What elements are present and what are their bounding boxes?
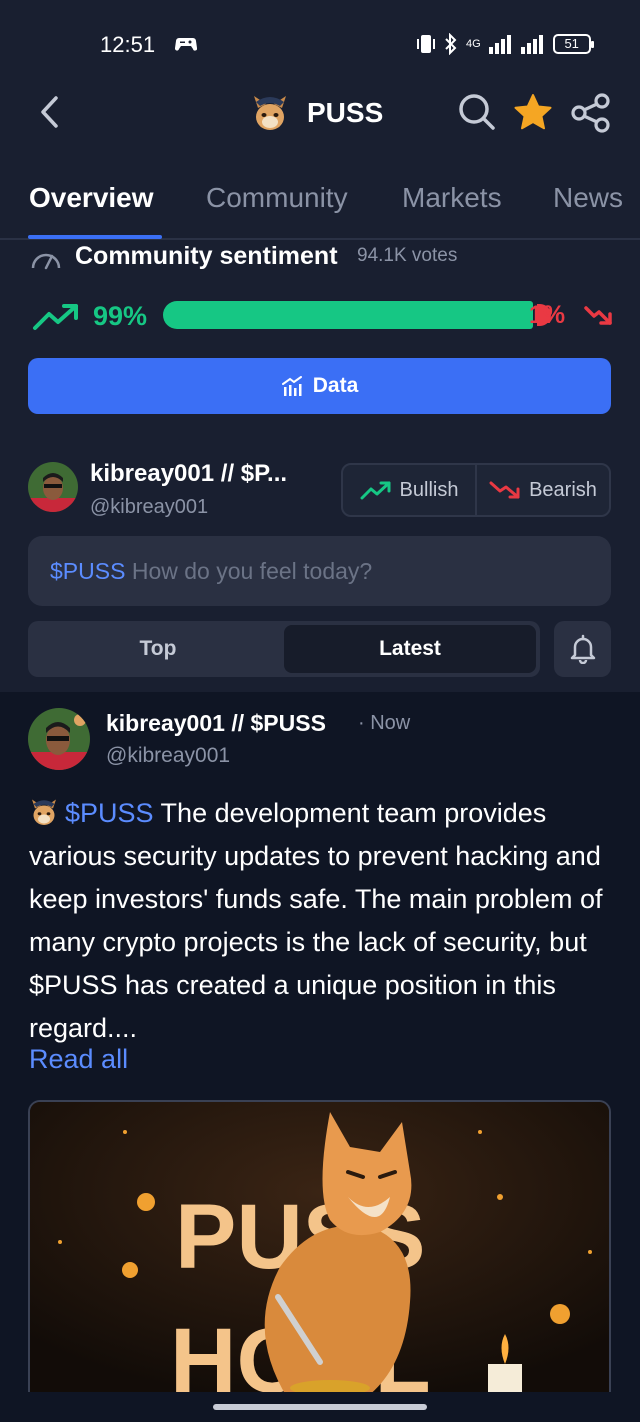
tab-overview[interactable]: Overview bbox=[29, 182, 154, 214]
sentiment-vote-toggle: Bullish Bearish bbox=[341, 463, 611, 517]
sort-top-button[interactable]: Top bbox=[32, 625, 284, 673]
system-nav-bar bbox=[0, 1392, 640, 1422]
read-all-link[interactable]: Read all bbox=[29, 1044, 128, 1075]
status-bar: 12:51 4G 51 bbox=[0, 22, 640, 66]
bearish-label: Bearish bbox=[529, 478, 597, 501]
post-timestamp: · Now bbox=[358, 712, 411, 734]
post-author-name[interactable]: kibreay001 // $PUSS bbox=[106, 710, 326, 737]
coin-title: PUSS bbox=[307, 97, 384, 128]
bullish-label: Bullish bbox=[399, 478, 459, 501]
sentiment-header: Community sentiment 94.1K votes bbox=[30, 240, 610, 272]
sentiment-bar bbox=[163, 301, 553, 329]
user-avatar[interactable] bbox=[28, 462, 78, 512]
bell-icon bbox=[570, 634, 595, 664]
post-image[interactable]: PUSS HODL bbox=[28, 1100, 611, 1400]
tab-news[interactable]: News bbox=[553, 182, 623, 214]
data-button[interactable]: Data bbox=[28, 358, 611, 414]
bearish-button[interactable]: Bearish bbox=[475, 465, 609, 515]
compose-input[interactable]: $PUSS How do you feel today? bbox=[28, 536, 611, 606]
post-text: The development team provides various se… bbox=[29, 798, 603, 1043]
trend-up-icon bbox=[360, 481, 391, 500]
puss-cat-logo-icon bbox=[254, 96, 286, 130]
tab-bar: Overview Community Markets News bbox=[0, 178, 640, 240]
post-body: $PUSS The development team provides vari… bbox=[29, 792, 619, 1050]
bullish-button[interactable]: Bullish bbox=[343, 465, 475, 515]
trend-up-icon bbox=[33, 304, 78, 330]
sort-latest-button[interactable]: Latest bbox=[284, 625, 536, 673]
feed-post[interactable]: kibreay001 // $PUSS · Now @kibreay001 $P… bbox=[0, 692, 640, 1400]
composer-user-handle: @kibreay001 bbox=[90, 496, 209, 518]
header: PUSS bbox=[0, 80, 640, 146]
status-time: 12:51 bbox=[100, 32, 156, 57]
signal-icon bbox=[488, 35, 511, 54]
home-indicator[interactable] bbox=[213, 1404, 427, 1410]
battery-icon: 51 bbox=[552, 34, 594, 54]
compose-ticker: $PUSS bbox=[50, 558, 126, 584]
post-author-avatar[interactable] bbox=[28, 708, 90, 770]
compose-placeholder: How do you feel today? bbox=[131, 558, 373, 584]
sentiment-bar-row: 99% 1% bbox=[30, 296, 614, 338]
bullish-bar bbox=[163, 301, 533, 329]
sort-toggle: Top Latest bbox=[28, 621, 540, 677]
puss-cat-logo-icon bbox=[32, 799, 56, 825]
sentiment-title: Community sentiment bbox=[75, 242, 338, 270]
bullish-percent: 99% bbox=[93, 301, 148, 331]
post-author-handle: @kibreay001 bbox=[106, 744, 231, 767]
search-icon[interactable] bbox=[457, 92, 497, 132]
trend-down-icon bbox=[489, 481, 520, 499]
tab-markets[interactable]: Markets bbox=[402, 182, 502, 214]
vibrate-icon bbox=[417, 35, 435, 53]
bearish-percent: 1% bbox=[529, 301, 566, 329]
gamepad-icon bbox=[175, 38, 197, 51]
notifications-button[interactable] bbox=[554, 621, 611, 677]
composer-user-name: kibreay001 // $P... bbox=[90, 460, 288, 487]
signal-icon-2 bbox=[520, 35, 543, 54]
bar-chart-icon bbox=[281, 376, 302, 396]
status-icons: 4G 51 bbox=[416, 31, 594, 57]
post-ticker-link[interactable]: $PUSS bbox=[65, 798, 154, 828]
share-icon[interactable] bbox=[570, 92, 612, 134]
sentiment-votes: 94.1K votes bbox=[357, 245, 458, 266]
back-icon[interactable] bbox=[30, 92, 70, 132]
bluetooth-icon bbox=[445, 33, 457, 55]
star-icon[interactable] bbox=[512, 92, 554, 134]
trend-down-icon bbox=[584, 306, 612, 325]
gauge-icon bbox=[31, 253, 61, 270]
network-type: 4G bbox=[466, 38, 481, 50]
active-tab-indicator bbox=[28, 235, 162, 239]
data-button-label: Data bbox=[312, 374, 359, 397]
tab-community[interactable]: Community bbox=[206, 182, 348, 214]
